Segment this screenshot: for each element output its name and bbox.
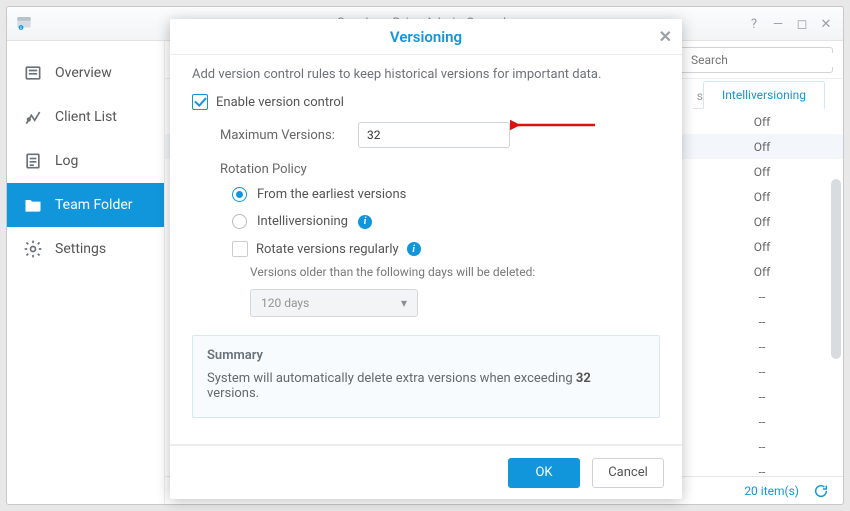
column-stub: s: [693, 89, 703, 109]
overview-icon: [23, 63, 43, 83]
sidebar-item-team-folder[interactable]: Team Folder: [7, 183, 164, 227]
max-versions-input[interactable]: [358, 122, 510, 148]
dialog-close-button[interactable]: ✕: [659, 27, 672, 46]
cancel-button[interactable]: Cancel: [592, 458, 664, 488]
dialog-intro: Add version control rules to keep histor…: [192, 67, 660, 82]
search-box[interactable]: [679, 47, 833, 73]
days-select[interactable]: 120 days ▾: [250, 289, 418, 317]
radio-intelliversioning-label: Intelliversioning: [257, 214, 348, 229]
info-icon[interactable]: i: [407, 242, 421, 256]
settings-icon: [23, 239, 43, 259]
dialog-header: Versioning ✕: [170, 19, 682, 55]
team-folder-icon: [23, 195, 43, 215]
radio-earliest-label: From the earliest versions: [257, 187, 406, 202]
sidebar-item-label: Settings: [55, 241, 106, 257]
summary-title: Summary: [207, 348, 645, 363]
sidebar-item-label: Overview: [55, 65, 112, 81]
max-versions-label: Maximum Versions:: [220, 128, 340, 143]
radio-intelliversioning[interactable]: [232, 214, 247, 229]
summary-text: System will automatically delete extra v…: [207, 371, 645, 401]
dialog-title: Versioning: [390, 28, 462, 46]
sidebar-item-label: Client List: [55, 109, 117, 125]
sidebar: Overview Client List Log Team Folder Set…: [7, 41, 165, 504]
sidebar-item-settings[interactable]: Settings: [7, 227, 164, 271]
log-icon: [23, 151, 43, 171]
column-intelliversioning[interactable]: Intelliversioning: [703, 81, 825, 109]
summary-box: Summary System will automatically delete…: [192, 335, 660, 418]
versioning-dialog: Versioning ✕ Add version control rules t…: [170, 19, 682, 499]
rotate-regularly-checkbox[interactable]: [232, 241, 248, 257]
info-icon[interactable]: i: [358, 215, 372, 229]
rotate-regularly-label: Rotate versions regularly: [256, 242, 399, 257]
scrollbar-thumb[interactable]: [831, 179, 841, 359]
enable-version-label: Enable version control: [216, 95, 344, 110]
window-maximize-button[interactable]: ◻: [791, 13, 813, 35]
search-input[interactable]: [691, 53, 843, 67]
rotation-policy-label: Rotation Policy: [220, 162, 660, 177]
older-than-note: Versions older than the following days w…: [250, 265, 660, 279]
sidebar-item-log[interactable]: Log: [7, 139, 164, 183]
chevron-down-icon: ▾: [401, 296, 407, 310]
sidebar-item-overview[interactable]: Overview: [7, 51, 164, 95]
item-count: 20 item(s): [744, 484, 799, 498]
refresh-button[interactable]: [813, 483, 829, 499]
sidebar-item-label: Team Folder: [55, 197, 133, 213]
window-help-button[interactable]: ?: [743, 13, 765, 35]
window-close-button[interactable]: ✕: [815, 13, 837, 35]
days-select-value: 120 days: [261, 296, 309, 310]
sidebar-item-label: Log: [55, 153, 78, 169]
dialog-footer: OK Cancel: [170, 445, 682, 499]
enable-version-checkbox[interactable]: [192, 94, 208, 110]
window-minimize-button[interactable]: —: [767, 13, 789, 35]
client-list-icon: [23, 107, 43, 127]
app-icon: D: [15, 14, 33, 32]
radio-earliest[interactable]: [232, 187, 247, 202]
sidebar-item-client-list[interactable]: Client List: [7, 95, 164, 139]
ok-button[interactable]: OK: [508, 458, 580, 488]
